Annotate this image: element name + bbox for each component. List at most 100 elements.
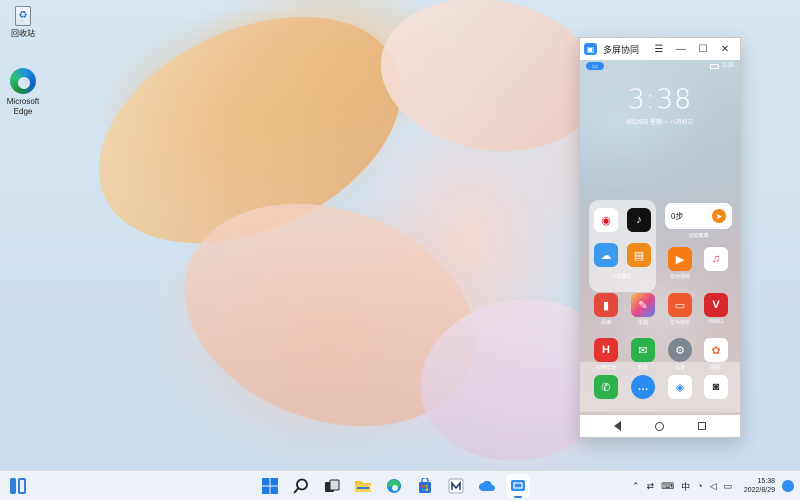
cloud-icon: ☁ (594, 243, 618, 267)
ime-indicator[interactable]: 中 (681, 480, 690, 493)
lock-date: 8月29日 星期一 八月初三 (626, 120, 694, 126)
wifi-icon[interactable]: ◔ (697, 481, 702, 491)
multi-screen-window[interactable]: ▣ 多屏协同 ☰ — ☐ ✕ ▭ 3:38 3:38 8月29日 星期一 八月初… (579, 37, 741, 438)
desktop-icon-edge[interactable]: Microsoft Edge (0, 68, 46, 117)
dock-messages[interactable]: … (625, 375, 661, 401)
close-button[interactable]: ✕ (714, 38, 736, 60)
widgets-icon-part (18, 478, 26, 494)
search-button[interactable] (289, 474, 313, 498)
volume-icon[interactable]: ◁ (710, 481, 717, 492)
taskbar-apps (258, 474, 530, 498)
tiktok-icon: ♪ (627, 208, 651, 232)
app-label: 华为钱包 (669, 320, 690, 326)
taskbar-clock[interactable]: 15:38 2022/8/29 (739, 477, 775, 495)
desktop-icon-label: 回收站 (11, 29, 35, 38)
maximize-button[interactable]: ☐ (692, 38, 714, 60)
app-themes[interactable]: ✎ 主题 (625, 293, 661, 326)
app-label: VMALL (707, 319, 725, 325)
app-weibo[interactable]: ◉ (588, 208, 624, 234)
app-label: 华为视频 (669, 274, 690, 280)
pc-manager-icon (448, 478, 464, 494)
chevron-up-icon[interactable]: ⌃ (632, 481, 640, 492)
app-docs[interactable]: ▤ (621, 243, 657, 269)
multi-screen-taskbar-button[interactable] (506, 474, 530, 498)
app-label: 主题 (637, 320, 648, 326)
start-button[interactable] (258, 474, 282, 498)
battery-icon[interactable]: ▭ (723, 481, 732, 492)
desktop-icon-recycle-bin[interactable]: ♻ 回收站 (0, 6, 46, 39)
store-icon (419, 478, 431, 493)
phone-icon: ✆ (594, 375, 618, 399)
menu-button[interactable]: ☰ (648, 38, 670, 60)
camera-icon: ◙ (704, 375, 728, 399)
cloud-app-button[interactable] (475, 474, 499, 498)
app-reading[interactable]: ▮ 阅读 (588, 293, 624, 326)
folder-icon (355, 481, 371, 492)
huawei-icon: H (594, 338, 618, 362)
phone-nav-bar (580, 415, 740, 437)
system-tray: ⌃ ⇄ ⌨ 中 ◔ ◁ ▭ 15:38 2022/8/29 (632, 471, 794, 500)
search-icon (293, 478, 308, 494)
docs-icon: ▤ (627, 243, 651, 267)
dock-camera[interactable]: ◙ (698, 375, 734, 401)
huawei-pc-manager-button[interactable] (444, 474, 468, 498)
dock-phone[interactable]: ✆ (588, 375, 624, 401)
multi-screen-app-icon: ▣ (584, 43, 597, 55)
phone-screen[interactable]: ▭ 3:38 3:38 8月29日 星期一 八月初三 0步 ➤ 运动健康 ◉ ♪… (580, 60, 740, 415)
folder-label: 小艺建议 (610, 274, 631, 280)
task-view-icon (325, 479, 340, 492)
multi-screen-icon (511, 480, 525, 491)
app-huawei-video[interactable]: ▶ 华为视频 (662, 247, 698, 280)
clock-time: 15:38 (757, 478, 775, 485)
back-icon[interactable] (614, 421, 621, 431)
gear-icon: ⚙ (668, 338, 692, 362)
task-view-button[interactable] (320, 474, 344, 498)
file-explorer-button[interactable] (351, 474, 375, 498)
phone-status-bar: ▭ 3:38 (580, 60, 740, 72)
store-button[interactable] (413, 474, 437, 498)
notification-icon[interactable] (782, 480, 794, 492)
widgets-icon (10, 478, 16, 494)
recents-icon[interactable] (698, 422, 706, 430)
app-vmall[interactable]: V VMALL (698, 293, 734, 325)
window-title: 多屏协同 (603, 44, 640, 55)
desktop-icon-label: Microsoft Edge (6, 97, 40, 116)
book-icon: ▮ (594, 293, 618, 317)
music-icon: ♫ (704, 247, 728, 271)
app-cloud[interactable]: ☁ (588, 243, 624, 269)
weibo-icon: ◉ (594, 208, 618, 232)
widget-label: 运动健康 (688, 233, 709, 239)
edge-button[interactable] (382, 474, 406, 498)
windows-logo-icon (262, 478, 278, 494)
play-icon: ▶ (668, 247, 692, 271)
widgets-button[interactable] (10, 478, 26, 494)
running-icon: ➤ (712, 209, 726, 223)
browser-icon: ◈ (668, 375, 692, 399)
app-wallet[interactable]: ▭ 华为钱包 (662, 293, 698, 326)
flower-icon: ✿ (704, 338, 728, 362)
recycle-bin-icon: ♻ (15, 6, 31, 26)
clock-date: 2022/8/29 (743, 487, 775, 494)
cloud-icon (479, 480, 495, 491)
wallpaper-petal (368, 0, 612, 168)
home-icon[interactable] (655, 421, 664, 431)
collaboration-pill-icon: ▭ (586, 62, 604, 70)
dock-browser[interactable]: ◈ (662, 375, 698, 401)
lock-clock: 3:38 (627, 84, 693, 115)
window-titlebar[interactable]: ▣ 多屏协同 ☰ — ☐ ✕ (580, 38, 740, 60)
vmall-icon: V (704, 293, 728, 317)
app-tiktok[interactable]: ♪ (621, 208, 657, 234)
edge-icon (10, 68, 36, 94)
minimize-button[interactable]: — (670, 38, 692, 60)
tray-switch-icon[interactable]: ⇄ (647, 481, 655, 492)
health-widget[interactable]: 0步 ➤ (665, 203, 732, 229)
steps-count: 0步 (671, 211, 684, 221)
app-music[interactable]: ♫ (698, 247, 734, 273)
app-label: 阅读 (600, 320, 611, 326)
brush-icon: ✎ (631, 293, 655, 317)
chat-icon: ✉ (631, 338, 655, 362)
battery-icon (710, 63, 720, 69)
keyboard-icon[interactable]: ⌨ (661, 481, 674, 492)
edge-icon (387, 479, 401, 493)
message-icon: … (631, 375, 655, 399)
